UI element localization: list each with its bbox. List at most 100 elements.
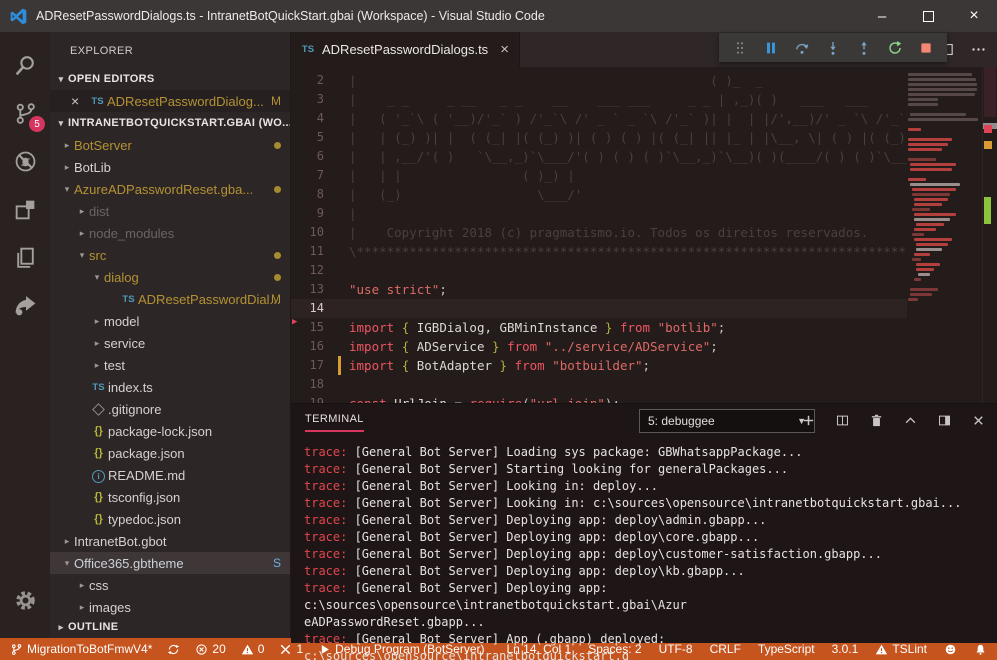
debug-toolbar [719, 33, 947, 62]
modified-badge: M [271, 94, 281, 108]
line-number: 10 [291, 223, 324, 242]
code-text: "use strict"; [349, 280, 447, 299]
activity-item-extensions[interactable] [0, 185, 50, 233]
tree-item-src[interactable]: ▾src [50, 244, 290, 266]
terminal-line: trace: [General Bot Server] Deploying ap… [304, 580, 997, 614]
terminal-select[interactable]: 5: debuggee ▼ [639, 409, 815, 433]
activity-item-pages[interactable] [0, 233, 50, 281]
split-panel-icon[interactable] [835, 413, 850, 428]
editor-tab-bar: TS ADResetPasswordDialogs.ts × [291, 32, 997, 67]
code-line-18: 18 [291, 375, 997, 394]
panel-right-icon[interactable] [937, 413, 952, 428]
terminal-line: trace: [General Bot Server] Looking in: … [304, 495, 997, 512]
window-title: ADResetPasswordDialogs.ts - IntranetBotQ… [36, 9, 545, 23]
tree-item-label: package-lock.json [108, 424, 290, 439]
close-button[interactable]: × [951, 0, 997, 32]
tree-item-package-json[interactable]: {}package.json [50, 442, 290, 464]
tree-item-node-modules[interactable]: ▸node_modules [50, 222, 290, 244]
chevron-collapsed-icon: ▸ [90, 338, 104, 349]
chevron-expanded-icon: ▾ [54, 74, 68, 85]
code-text: | | | ( )_) | [349, 166, 575, 185]
tree-item-service[interactable]: ▸service [50, 332, 290, 354]
modified-dot-badge [274, 142, 281, 149]
line-number: 6 [291, 147, 324, 166]
tab-adresetpassworddialogs[interactable]: TS ADResetPasswordDialogs.ts × [291, 32, 520, 67]
status-git-branch-status[interactable]: MigrationToBotFmwV4* [10, 642, 152, 656]
tree-item-botserver[interactable]: ▸BotServer [50, 134, 290, 156]
tree-item-dist[interactable]: ▸dist [50, 200, 290, 222]
status-sync-status[interactable] [167, 643, 180, 656]
open-editors-header[interactable]: ▾ OPEN EDITORS [50, 68, 290, 90]
readme-info-icon: i [89, 467, 108, 483]
step-out-icon[interactable] [856, 40, 872, 56]
tree-item-adresetpassworddial-[interactable]: TSADResetPasswordDial...M [50, 288, 290, 310]
code-line-3: 3| _ _ _ __ _ _ __ ___ ___ _ _ | ,_)( ) … [291, 90, 997, 109]
code-text: const UrlJoin = require("url-join"); [349, 394, 620, 403]
chevron-collapsed-icon: ▸ [60, 536, 74, 547]
line-number: 18 [291, 375, 324, 394]
tree-item-tsconfig-json[interactable]: {}tsconfig.json [50, 486, 290, 508]
status-warning-count[interactable]: 0 [241, 642, 265, 656]
tree-item-css[interactable]: ▸css [50, 574, 290, 596]
tab-close-icon[interactable]: × [500, 41, 509, 58]
chevron-up-icon[interactable] [903, 413, 918, 428]
tree-item-images[interactable]: ▸images [50, 596, 290, 618]
tab-terminal[interactable]: TERMINAL [305, 413, 364, 432]
settings-button[interactable] [0, 576, 50, 624]
workspace-header[interactable]: ▾ INTRANETBOTQUICKSTART.GBAI (WO... [50, 112, 290, 134]
modified-dot-badge [274, 252, 281, 259]
line-number: 11 [291, 242, 324, 261]
activity-item-share[interactable] [0, 281, 50, 329]
pause-icon[interactable] [763, 40, 779, 56]
activity-item-search[interactable] [0, 41, 50, 89]
terminal-line: trace: [General Bot Server] App (.gbapp)… [304, 631, 997, 660]
tree-item-azureadpasswordreset-gba-[interactable]: ▾AzureADPasswordReset.gba... [50, 178, 290, 200]
open-editor-item[interactable]: ×TSADResetPasswordDialog...M [50, 90, 290, 112]
tree-item-label: node_modules [89, 226, 290, 241]
open-editor-label: ADResetPasswordDialog... [107, 94, 290, 109]
activity-item-source-control[interactable]: 5 [0, 89, 50, 137]
tree-item-package-lock-json[interactable]: {}package-lock.json [50, 420, 290, 442]
tree-item-readme-md[interactable]: iREADME.md [50, 464, 290, 486]
tree-item-label: BotServer [74, 138, 290, 153]
line-number: 8 [291, 185, 324, 204]
close-icon[interactable] [971, 413, 986, 428]
tree-item-label: AzureADPasswordReset.gba... [74, 182, 290, 197]
vscode-window: ADResetPasswordDialogs.ts - IntranetBotQ… [0, 0, 997, 660]
outline-header[interactable]: ▸ OUTLINE [50, 616, 290, 638]
more-icon[interactable] [970, 41, 987, 58]
json-file-icon: {} [89, 491, 108, 503]
gear-icon [13, 588, 38, 613]
tree-item--gitignore[interactable]: .gitignore [50, 398, 290, 420]
terminal-output[interactable]: trace: [General Bot Server] Loading sys … [291, 437, 997, 660]
vscode-logo-icon [10, 8, 27, 25]
step-over-icon[interactable] [794, 40, 810, 56]
tree-item-index-ts[interactable]: TSindex.ts [50, 376, 290, 398]
chevron-expanded-icon: ▾ [60, 184, 74, 195]
maximize-button[interactable] [905, 0, 951, 32]
line-number: 5 [291, 128, 324, 147]
code-line-17: 17import { BotAdapter } from "botbuilder… [291, 356, 997, 375]
plus-icon[interactable] [801, 413, 816, 428]
activity-item-debug[interactable] [0, 137, 50, 185]
status-error-count[interactable]: 20 [195, 642, 225, 656]
minimap[interactable] [907, 67, 983, 403]
step-into-icon[interactable] [825, 40, 841, 56]
tree-item-test[interactable]: ▸test [50, 354, 290, 376]
tree-item-model[interactable]: ▸model [50, 310, 290, 332]
tree-item-botlib[interactable]: ▸BotLib [50, 156, 290, 178]
close-editor-icon[interactable]: × [71, 94, 88, 108]
stop-icon[interactable] [918, 40, 934, 56]
json-file-icon: {} [89, 447, 108, 459]
code-editor[interactable]: 2| ( )_ _3| _ _ _ __ _ _ __ ___ ___ _ _ … [291, 67, 997, 403]
tree-item-typedoc-json[interactable]: {}typedoc.json [50, 508, 290, 530]
trash-icon[interactable] [869, 413, 884, 428]
restart-icon[interactable] [887, 40, 903, 56]
activity-bar: 5 [0, 32, 50, 638]
code-line-10: 10| Copyright 2018 (c) pragmatismo.io. T… [291, 223, 997, 242]
tree-item-office365-gbtheme[interactable]: ▾Office365.gbthemeS [50, 552, 290, 574]
tree-item-dialog[interactable]: ▾dialog [50, 266, 290, 288]
line-number: 7 [291, 166, 324, 185]
submodule-badge: S [273, 556, 281, 570]
tree-item-intranetbot-gbot[interactable]: ▸IntranetBot.gbot [50, 530, 290, 552]
